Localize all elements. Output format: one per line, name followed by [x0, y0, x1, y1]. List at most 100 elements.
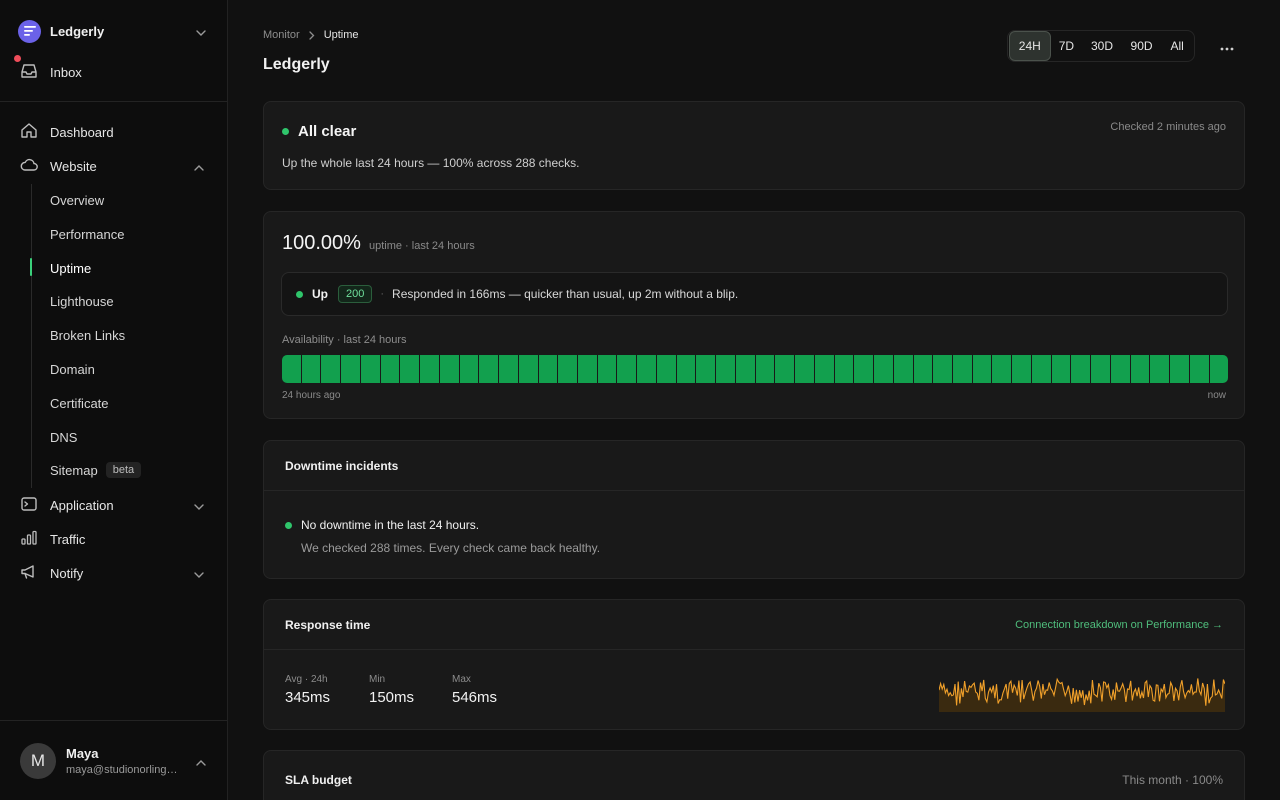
performance-link[interactable]: Connection breakdown on Performance → — [1015, 619, 1223, 631]
user-menu[interactable]: M Maya maya@studionorling.c... — [20, 742, 212, 780]
sidebar-item-broken-links[interactable]: Broken Links — [50, 322, 125, 348]
sidebar-item-label: Domain — [50, 361, 95, 377]
range-all-button[interactable]: All — [1161, 31, 1193, 61]
sidebar-item-label: Overview — [50, 192, 105, 208]
beta-badge: beta — [105, 462, 142, 478]
chevron-up-icon — [196, 754, 206, 769]
more-options-button[interactable] — [1214, 34, 1240, 58]
metric-avg: Avg · 24h 345ms — [285, 674, 330, 706]
availability-segment — [400, 355, 420, 383]
availability-segment — [854, 355, 874, 383]
metric-min: Min 150ms — [369, 674, 414, 706]
sidebar-item-label: Traffic — [50, 531, 86, 547]
sidebar-item-application[interactable]: Application — [20, 492, 210, 518]
availability-segment — [578, 355, 597, 383]
sidebar-item-sitemap[interactable]: Sitemap beta — [50, 457, 142, 483]
sidebar-item-overview[interactable]: Overview — [50, 187, 104, 213]
availability-segment — [1091, 355, 1110, 383]
availability-segment — [637, 355, 656, 383]
inbox-link[interactable]: Inbox — [14, 55, 210, 84]
sidebar-item-dashboard[interactable]: Dashboard — [20, 119, 210, 145]
sidebar-item-label: Application — [50, 497, 114, 513]
sidebar-item-label: Sitemap — [50, 462, 98, 478]
sidebar-item-lighthouse[interactable]: Lighthouse — [50, 288, 114, 314]
sidebar-item-performance[interactable]: Performance — [50, 221, 124, 247]
sla-budget-card: SLA budget This month · 100% — [263, 750, 1245, 800]
list-lines-icon — [18, 19, 41, 43]
availability-segment — [874, 355, 893, 383]
sidebar-item-label: Certificate — [50, 395, 109, 411]
availability-segment — [597, 355, 617, 383]
current-status-box: Up 200 · Responded in 166ms — quicker th… — [281, 272, 1228, 316]
metric-value: 150ms — [369, 689, 415, 706]
bar-chart-icon — [20, 530, 38, 549]
workspace-switcher[interactable]: Ledgerly — [18, 18, 210, 44]
more-horizontal-icon — [1220, 39, 1234, 54]
uptime-percent-label: uptime · last 24 hours — [368, 240, 475, 252]
sidebar-item-traffic[interactable]: Traffic — [20, 526, 210, 552]
terminal-icon — [20, 496, 38, 515]
sidebar-item-label: Dashboard — [50, 124, 114, 140]
availability-segment — [282, 355, 301, 383]
chevron-down-icon — [196, 24, 206, 39]
metric-max: Max 546ms — [452, 674, 497, 706]
separator-dot: · — [380, 288, 385, 300]
availability-segment — [1170, 355, 1189, 383]
user-name: Maya — [66, 746, 99, 761]
range-90d-button[interactable]: 90D — [1122, 31, 1162, 61]
availability-segment — [1110, 355, 1130, 383]
range-24h-button[interactable]: 24H — [1009, 31, 1051, 61]
availability-segment — [321, 355, 341, 383]
megaphone-icon — [20, 564, 38, 583]
availability-segment — [1071, 355, 1091, 383]
incidents-detail: We checked 288 times. Every check came b… — [301, 541, 601, 555]
chevron-up-icon — [194, 159, 204, 174]
breadcrumb-current: Uptime — [323, 29, 359, 41]
availability-segment — [933, 355, 952, 383]
availability-segment — [420, 355, 439, 383]
range-30d-button[interactable]: 30D — [1082, 31, 1122, 61]
availability-segment — [518, 355, 538, 383]
metric-label: Min — [369, 674, 386, 685]
sidebar-item-dns[interactable]: DNS — [50, 424, 77, 450]
availability-segment — [360, 355, 380, 383]
status-state: Up — [312, 287, 328, 301]
breadcrumb: Monitor Uptime — [263, 29, 359, 41]
availability-segment — [696, 355, 716, 383]
submenu-line — [31, 184, 32, 488]
sidebar-item-label: Performance — [50, 226, 125, 242]
availability-segment — [952, 355, 972, 383]
range-7d-button[interactable]: 7D — [1051, 31, 1083, 61]
divider — [0, 101, 227, 102]
availability-label: Availability · last 24 hours — [282, 334, 407, 346]
sidebar-item-label: DNS — [50, 429, 78, 445]
breadcrumb-parent[interactable]: Monitor — [263, 29, 300, 41]
last-checked: Checked 2 minutes ago — [1110, 121, 1226, 133]
page-title: Ledgerly — [263, 56, 330, 73]
availability-segment — [380, 355, 400, 383]
sidebar-item-uptime[interactable]: Uptime — [50, 255, 91, 281]
status-dot — [282, 128, 289, 135]
availability-segment — [716, 355, 735, 383]
availability-segment — [775, 355, 795, 383]
active-indicator — [30, 258, 32, 276]
availability-segment — [735, 355, 755, 383]
metric-label: Avg · 24h — [285, 674, 328, 685]
status-title: All clear — [298, 123, 357, 140]
response-time-sparkline — [939, 677, 1225, 712]
availability-segment — [1150, 355, 1170, 383]
availability-segment — [893, 355, 913, 383]
response-time-card: Response time Connection breakdown on Pe… — [263, 599, 1245, 730]
availability-segment — [558, 355, 578, 383]
chevron-down-icon — [194, 498, 204, 513]
cloud-icon — [20, 158, 38, 175]
sidebar-item-notify[interactable]: Notify — [20, 560, 210, 586]
downtime-incidents-card: Downtime incidents No downtime in the la… — [263, 440, 1245, 579]
availability-segment — [972, 355, 992, 383]
status-dot — [296, 290, 303, 298]
sidebar-item-certificate[interactable]: Certificate — [50, 390, 109, 416]
sidebar-item-domain[interactable]: Domain — [50, 356, 95, 382]
sidebar-item-website[interactable]: Website — [20, 153, 210, 179]
availability-segment — [1130, 355, 1150, 383]
availability-segment — [755, 355, 775, 383]
